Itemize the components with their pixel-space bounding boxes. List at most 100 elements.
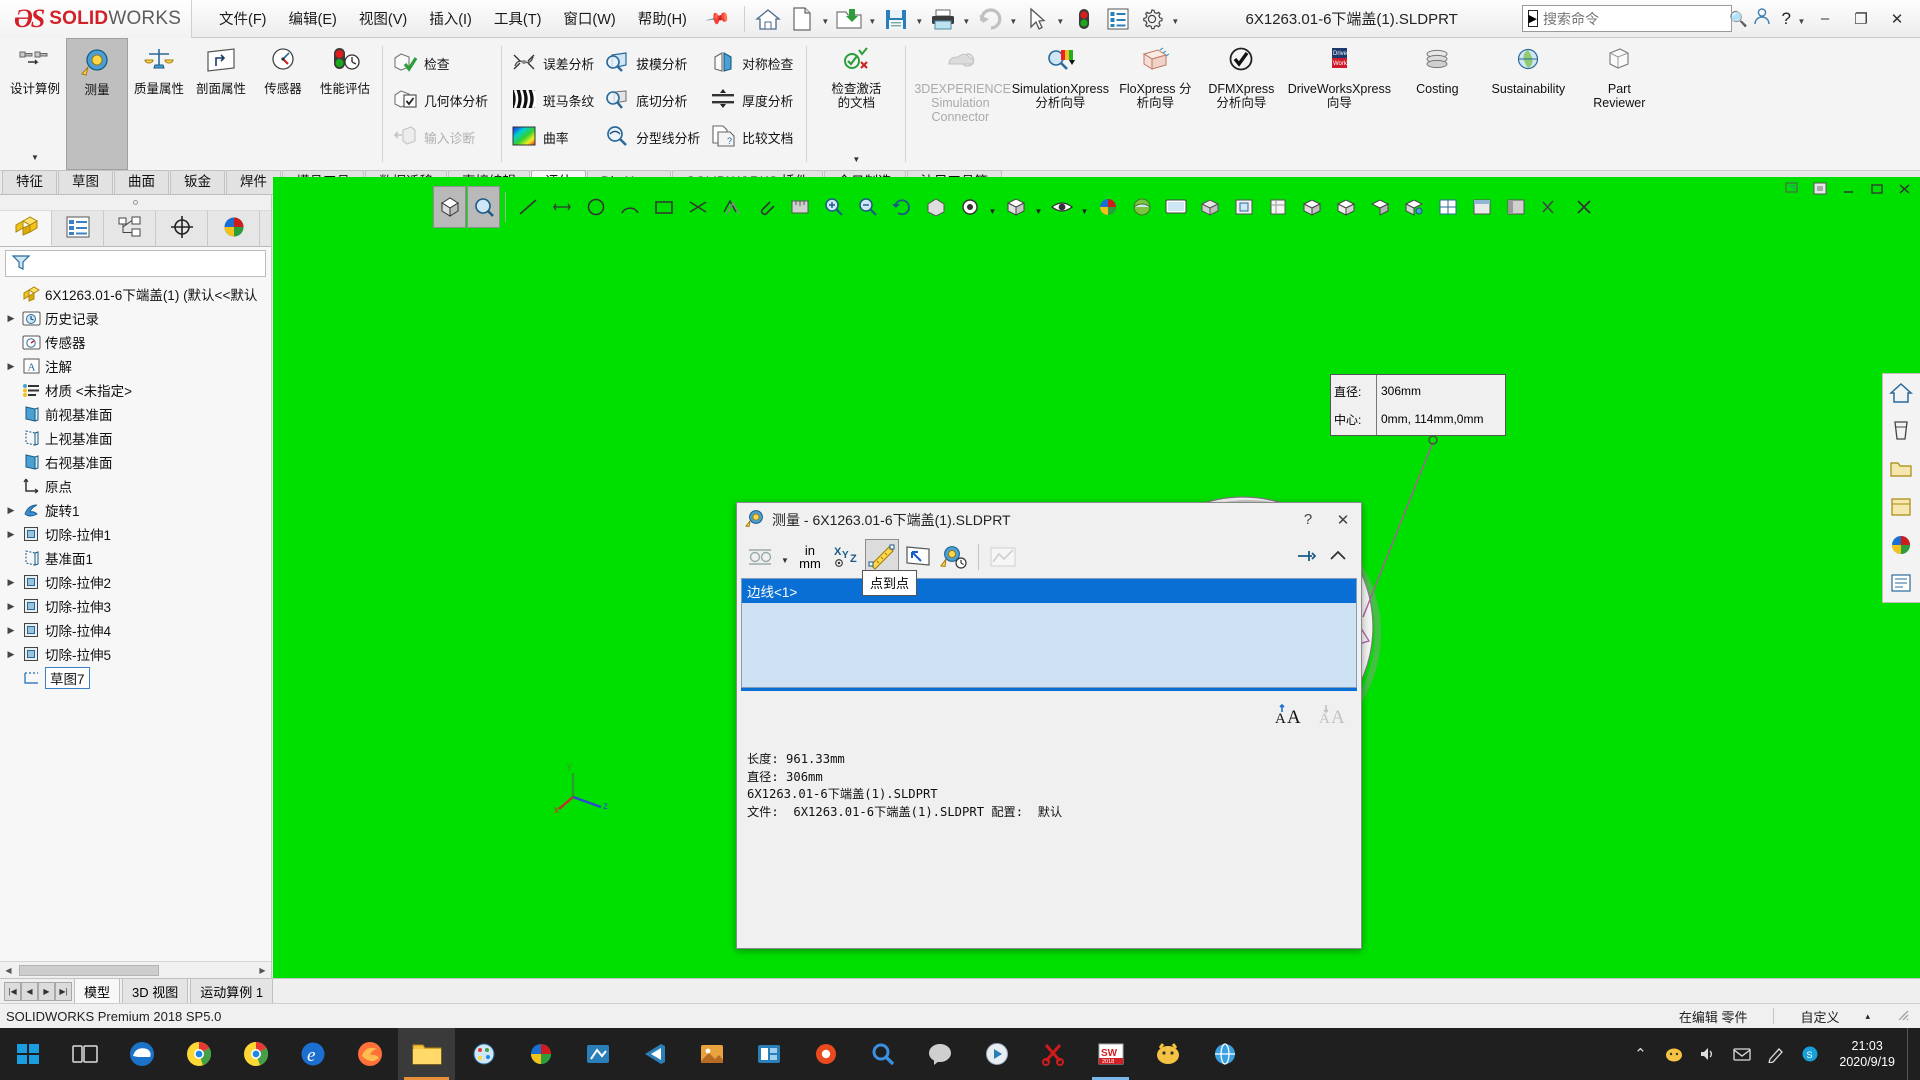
- tree-item-cut-extrude4[interactable]: ▶ 切除-拉伸4: [4, 618, 271, 642]
- settings-app-icon[interactable]: [797, 1028, 854, 1080]
- ribbon-simulationxpress[interactable]: SimulationXpress 分析向导: [1008, 38, 1112, 170]
- firefox-browser-icon[interactable]: [341, 1028, 398, 1080]
- options-list-icon[interactable]: [1101, 3, 1135, 35]
- paint-icon[interactable]: [455, 1028, 512, 1080]
- next-tab-button[interactable]: ▶: [38, 981, 55, 1001]
- search-command-box[interactable]: ▶ 🔍: [1521, 5, 1748, 32]
- chrome-alt-icon[interactable]: [227, 1028, 284, 1080]
- selection-item[interactable]: 边线<1>: [742, 579, 1356, 603]
- chevron-down-icon[interactable]: ▼: [31, 153, 39, 170]
- tree-item-history[interactable]: ▶ 历史记录: [4, 306, 271, 330]
- tab-sketch[interactable]: 草图: [58, 170, 113, 194]
- dimension-icon[interactable]: [545, 186, 578, 228]
- measure-history-icon[interactable]: [937, 539, 971, 575]
- erase-icon[interactable]: [1533, 186, 1566, 228]
- menu-edit[interactable]: 编辑(E): [278, 2, 348, 35]
- save-icon[interactable]: [879, 3, 913, 35]
- home-icon[interactable]: [751, 3, 785, 35]
- custom-properties-panel-icon[interactable]: [1883, 564, 1919, 602]
- expand-arrow-icon[interactable]: ▶: [4, 625, 18, 636]
- ribbon-sustainability[interactable]: Sustainability: [1480, 38, 1576, 170]
- tree-item-sensors[interactable]: 传感器: [4, 330, 271, 354]
- rotate-view-icon[interactable]: [885, 186, 918, 228]
- menu-window[interactable]: 窗口(W): [552, 2, 626, 35]
- rebuild-icon[interactable]: [1067, 3, 1101, 35]
- windows-start-icon[interactable]: [0, 1028, 56, 1080]
- property-manager-tab[interactable]: [52, 211, 104, 246]
- chevron-down-icon[interactable]: ▼: [819, 3, 832, 35]
- chevron-down-icon[interactable]: ▼: [1169, 3, 1182, 35]
- expand-arrow-icon[interactable]: ▶: [4, 649, 18, 660]
- circle-icon[interactable]: [579, 186, 612, 228]
- ribbon-parting-line-analysis[interactable]: 分型线分析: [601, 122, 707, 152]
- apply-scene-icon[interactable]: [1159, 186, 1192, 228]
- ribbon-measure[interactable]: 测量: [66, 38, 128, 170]
- box-a-icon[interactable]: [1295, 186, 1328, 228]
- ribbon-floxpress[interactable]: FloXpress 分析向导: [1112, 38, 1198, 170]
- zoom-in-icon[interactable]: [817, 186, 850, 228]
- task-view-icon[interactable]: [56, 1028, 113, 1080]
- new-document-icon[interactable]: [785, 3, 819, 35]
- file-explorer-icon[interactable]: [398, 1028, 455, 1080]
- trim-icon[interactable]: [681, 186, 714, 228]
- solidworks-2018-icon[interactable]: SW 2018: [1082, 1028, 1139, 1080]
- chevron-down-icon[interactable]: ▼: [913, 3, 926, 35]
- volume-icon[interactable]: [1691, 1028, 1725, 1080]
- zoom-to-area-icon[interactable]: [467, 186, 500, 228]
- units-precision-icon[interactable]: in mm: [793, 539, 827, 575]
- pan-view-icon[interactable]: [919, 186, 952, 228]
- measure-close-button[interactable]: ✕: [1329, 508, 1357, 532]
- pushpin-icon[interactable]: 📌: [696, 0, 740, 38]
- open-folder-icon[interactable]: [832, 3, 866, 35]
- ribbon-undercut-analysis[interactable]: 底切分析: [601, 85, 707, 115]
- search-tool-icon[interactable]: [854, 1028, 911, 1080]
- tree-item-annotations[interactable]: ▶ A 注解: [4, 354, 271, 378]
- ribbon-design-study[interactable]: 设计算例 ▼: [4, 38, 66, 170]
- show-hidden-icons[interactable]: ⌃: [1623, 1028, 1657, 1080]
- cube-view-icon[interactable]: [1261, 186, 1294, 228]
- view-orientation-icon[interactable]: [953, 186, 986, 228]
- home-panel-icon[interactable]: [1883, 374, 1919, 412]
- select-cursor-icon[interactable]: [1020, 3, 1054, 35]
- graphics-viewport[interactable]: y z x 直径: 中心: 306mm 0mm, 114mm,0mm ▼ ▼ ▼…: [273, 177, 1920, 978]
- print-icon[interactable]: [926, 3, 960, 35]
- attach-icon[interactable]: [749, 186, 782, 228]
- arc-icon[interactable]: [613, 186, 646, 228]
- ribbon-check-active-document[interactable]: 检查激活的文档 ▼: [813, 38, 899, 170]
- vscode-icon[interactable]: [626, 1028, 683, 1080]
- ribbon-check[interactable]: 检查: [389, 48, 495, 78]
- box-c-icon[interactable]: [1363, 186, 1396, 228]
- ribbon-3dexperience-simulation[interactable]: 3DEXPERIENCE Simulation Connector: [912, 38, 1011, 170]
- rectangle-icon[interactable]: [647, 186, 680, 228]
- tray-app-icon[interactable]: [1657, 1028, 1691, 1080]
- offset-icon[interactable]: [715, 186, 748, 228]
- dimxpert-manager-tab[interactable]: [156, 211, 208, 246]
- prev-tab-button[interactable]: ◀: [21, 981, 38, 1001]
- tray-mail-icon[interactable]: [1725, 1028, 1759, 1080]
- tab-surfaces[interactable]: 曲面: [114, 170, 169, 194]
- box-d-icon[interactable]: [1397, 186, 1430, 228]
- menu-help[interactable]: 帮助(H): [627, 2, 698, 35]
- undo-icon[interactable]: [973, 3, 1007, 35]
- last-tab-button[interactable]: ▶|: [55, 981, 72, 1001]
- chevron-down-icon[interactable]: ▼: [1795, 3, 1808, 35]
- tree-item-front-plane[interactable]: 前视基准面: [4, 402, 271, 426]
- tree-item-cut-extrude3[interactable]: ▶ 切除-拉伸3: [4, 594, 271, 618]
- menu-insert[interactable]: 插入(I): [418, 2, 483, 35]
- tree-filter-bar[interactable]: [5, 250, 266, 277]
- browser-blue-icon[interactable]: [1196, 1028, 1253, 1080]
- chevron-up-icon[interactable]: ▴: [1865, 1011, 1870, 1022]
- menu-tools[interactable]: 工具(T): [483, 2, 553, 35]
- tab-features[interactable]: 特征: [2, 170, 57, 194]
- ribbon-zebra-stripes[interactable]: 斑马条纹: [508, 85, 601, 115]
- appearance-sphere-icon[interactable]: [1091, 186, 1124, 228]
- scene-icon[interactable]: [1125, 186, 1158, 228]
- chrome-browser-icon[interactable]: [170, 1028, 227, 1080]
- show-desktop-button[interactable]: [1907, 1028, 1916, 1080]
- panel-icon[interactable]: [1499, 186, 1532, 228]
- close-x-icon[interactable]: [1567, 186, 1600, 228]
- font-decrease-icon[interactable]: AA: [1319, 702, 1349, 731]
- expand-arrow-icon[interactable]: ▶: [4, 529, 18, 540]
- chevron-down-icon[interactable]: ▼: [866, 3, 879, 35]
- box-b-icon[interactable]: [1329, 186, 1362, 228]
